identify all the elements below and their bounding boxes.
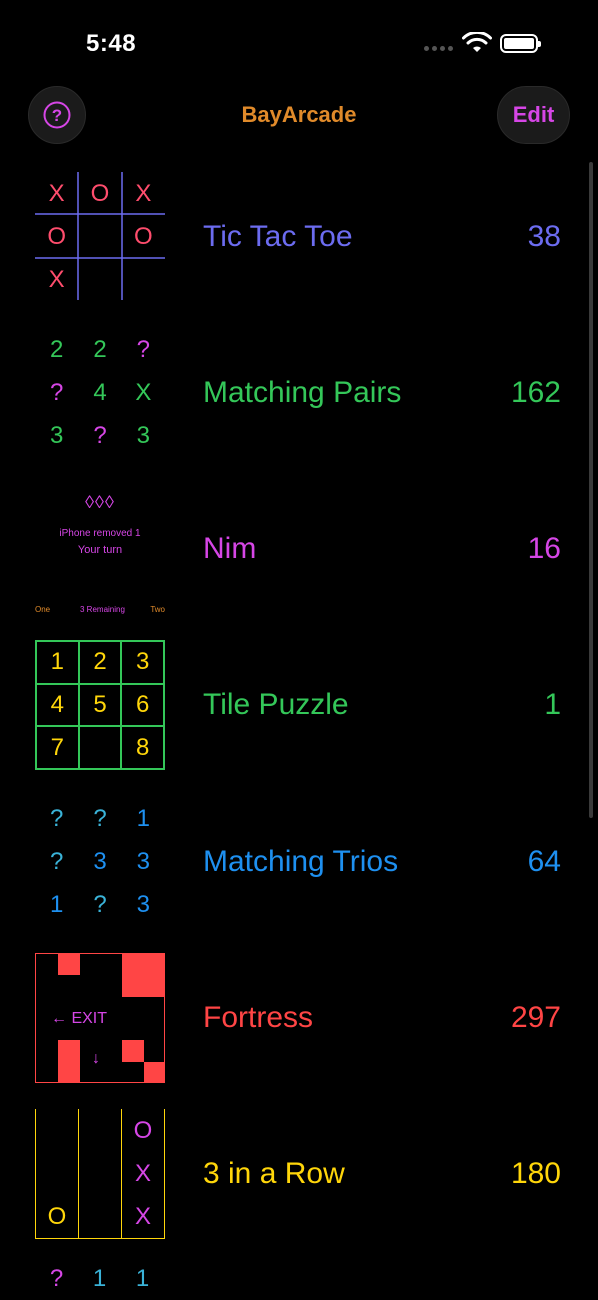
nim-player-two: Two bbox=[150, 605, 165, 614]
cell: ? bbox=[49, 847, 64, 875]
edit-button[interactable]: Edit bbox=[497, 86, 570, 144]
cell: ? bbox=[49, 804, 64, 832]
game-score: 16 bbox=[527, 532, 561, 565]
cell: ? bbox=[49, 378, 64, 406]
battery-icon bbox=[500, 34, 541, 53]
tile: 8 bbox=[121, 726, 164, 769]
cell bbox=[78, 215, 121, 258]
down-arrow-icon: ↓ bbox=[92, 1050, 100, 1067]
nim-message: iPhone removed 1 bbox=[59, 528, 141, 539]
game-row-nim[interactable]: ◊◊◊ iPhone removed 1 Your turn One 3 Rem… bbox=[0, 484, 598, 640]
game-row-3-in-a-row[interactable]: O X X O 3 in a Row 180 bbox=[0, 1109, 598, 1265]
piece: O bbox=[133, 1117, 153, 1144]
nim-preview: ◊◊◊ iPhone removed 1 Your turn One 3 Rem… bbox=[35, 484, 165, 614]
cell: O bbox=[47, 222, 66, 250]
tile: 4 bbox=[36, 683, 79, 727]
tile-puzzle-preview: 1 2 3 4 5 6 7 8 bbox=[35, 640, 165, 770]
fortress-block bbox=[58, 954, 80, 975]
game-title: Tic Tac Toe bbox=[203, 220, 353, 253]
game-score: 162 bbox=[510, 376, 561, 409]
tile: 7 bbox=[36, 726, 79, 769]
piece: X bbox=[134, 1160, 151, 1187]
cell: 1 bbox=[135, 1265, 150, 1292]
tile: 2 bbox=[78, 641, 122, 684]
game-row-tic-tac-toe[interactable]: X O X O O X Tic Tac Toe 38 bbox=[0, 172, 598, 328]
nim-player-one: One bbox=[35, 605, 51, 614]
nim-turn: Your turn bbox=[77, 544, 123, 556]
game-row-fortress[interactable]: ← EXIT ↓ Fortress 297 bbox=[0, 953, 598, 1109]
cell: ? bbox=[93, 804, 107, 832]
cell: X bbox=[48, 179, 65, 207]
game-row-matching-pairs[interactable]: 2 2 ? ? 4 X 3 ? 3 Matching Pairs 162 bbox=[0, 328, 598, 484]
tile: 6 bbox=[121, 683, 164, 727]
tile: 1 bbox=[36, 641, 79, 684]
wifi-icon bbox=[462, 32, 492, 52]
cell: O bbox=[90, 179, 110, 207]
fortress-block bbox=[122, 954, 165, 997]
cell bbox=[78, 259, 121, 302]
cell: O bbox=[133, 222, 153, 250]
nim-remaining: 3 Remaining bbox=[80, 605, 125, 614]
cell: 3 bbox=[49, 422, 64, 450]
cell: 3 bbox=[93, 847, 107, 875]
game-title: Nim bbox=[203, 532, 257, 565]
cell: 2 bbox=[49, 335, 64, 363]
tile bbox=[78, 726, 122, 769]
cell bbox=[122, 259, 165, 302]
cell: X bbox=[135, 179, 152, 207]
piece: O bbox=[47, 1203, 67, 1230]
game-row-partial[interactable]: ? 1 1 bbox=[0, 1265, 598, 1300]
cell: ? bbox=[93, 891, 107, 919]
fortress-preview: ← EXIT ↓ bbox=[35, 953, 165, 1083]
fortress-block bbox=[58, 1040, 80, 1083]
game-title: Fortress bbox=[203, 1001, 314, 1034]
cell: 2 bbox=[93, 335, 107, 363]
game-row-matching-trios[interactable]: ? ? 1 ? 3 3 1 ? 3 Matching Trios 64 bbox=[0, 797, 598, 953]
status-bar: 5:48 bbox=[0, 0, 598, 80]
matching-trios-preview: ? ? 1 ? 3 3 1 ? 3 bbox=[35, 797, 165, 927]
tile: 3 bbox=[121, 641, 164, 684]
piece: X bbox=[134, 1203, 151, 1230]
cell: X bbox=[135, 378, 152, 406]
matching-pairs-preview: 2 2 ? ? 4 X 3 ? 3 bbox=[35, 328, 165, 458]
tic-tac-toe-preview: X O X O O X bbox=[35, 172, 165, 302]
game-title: Matching Trios bbox=[203, 845, 399, 878]
cell: ? bbox=[93, 422, 107, 450]
cell: 1 bbox=[92, 1265, 107, 1292]
game-score: 64 bbox=[527, 845, 561, 878]
game-score: 38 bbox=[527, 220, 561, 253]
status-time: 5:48 bbox=[86, 30, 137, 57]
cell: 1 bbox=[49, 891, 64, 919]
cell: 1 bbox=[136, 804, 150, 832]
cell: 4 bbox=[93, 378, 107, 406]
game-title: 3 in a Row bbox=[203, 1157, 345, 1190]
diamond-icons: ◊◊◊ bbox=[85, 492, 115, 512]
fortress-block bbox=[122, 1040, 144, 1062]
game-score: 180 bbox=[510, 1157, 561, 1190]
cell: ? bbox=[136, 335, 150, 363]
cell: 3 bbox=[136, 422, 150, 450]
game-title: Matching Pairs bbox=[203, 376, 402, 409]
cell: X bbox=[48, 266, 65, 294]
tile: 5 bbox=[78, 683, 122, 727]
fortress-block bbox=[144, 1062, 165, 1083]
cell: 3 bbox=[136, 847, 150, 875]
game-score: 297 bbox=[510, 1001, 561, 1034]
cell: ? bbox=[49, 1265, 64, 1292]
exit-label: ← EXIT bbox=[51, 1010, 108, 1027]
cellular-signal-icon bbox=[424, 46, 453, 51]
three-in-a-row-preview: O X X O bbox=[35, 1109, 165, 1239]
game-row-tile-puzzle[interactable]: 1 2 3 4 5 6 7 8 Tile Puzzle 1 bbox=[0, 640, 598, 796]
cell: 3 bbox=[136, 891, 150, 919]
game-title: Tile Puzzle bbox=[203, 688, 349, 721]
game-score: 1 bbox=[544, 688, 561, 721]
